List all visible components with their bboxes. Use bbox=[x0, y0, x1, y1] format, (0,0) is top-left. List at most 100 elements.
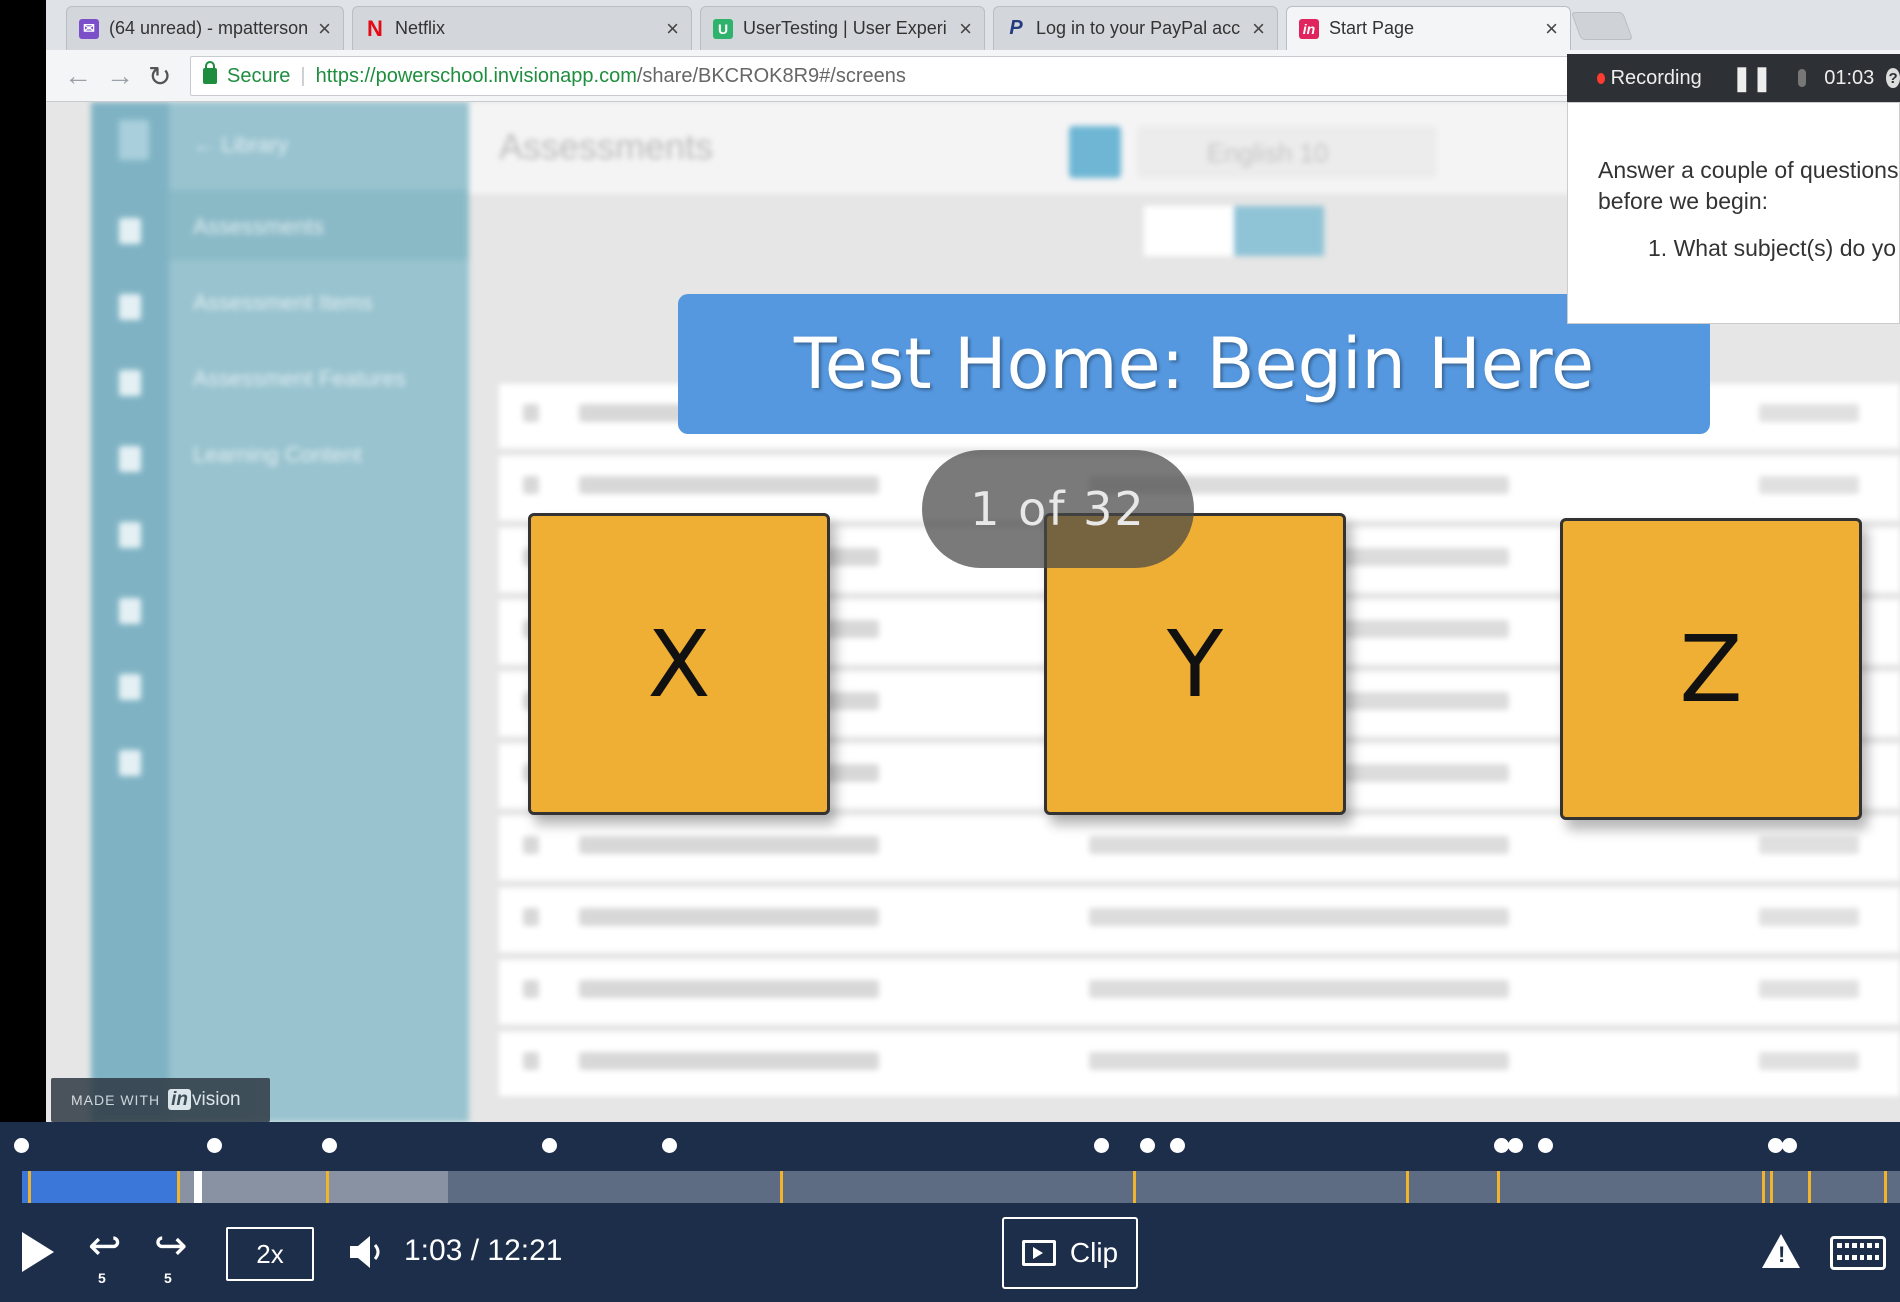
invision-icon: in bbox=[1299, 18, 1319, 39]
course-select[interactable]: English 10 bbox=[1137, 126, 1437, 178]
nav-icon[interactable] bbox=[119, 294, 141, 320]
highlight-tick[interactable] bbox=[1497, 1171, 1500, 1203]
card-x[interactable]: X bbox=[528, 513, 830, 815]
view-toggle[interactable] bbox=[1144, 206, 1324, 256]
table-row[interactable] bbox=[499, 888, 1900, 952]
task-prompt-line-1: Answer a couple of questions bbox=[1598, 157, 1899, 183]
marker-dot[interactable] bbox=[1170, 1138, 1185, 1153]
tab-start-page[interactable]: in Start Page × bbox=[1286, 6, 1571, 50]
nav-icon[interactable] bbox=[119, 598, 141, 624]
tab-usertesting[interactable]: U UserTesting | User Experi × bbox=[700, 6, 985, 50]
highlight-tick[interactable] bbox=[1808, 1171, 1811, 1203]
warning-icon[interactable] bbox=[1762, 1234, 1800, 1268]
marker-dot[interactable] bbox=[14, 1138, 29, 1153]
marker-dot[interactable] bbox=[1508, 1138, 1523, 1153]
highlight-tick[interactable] bbox=[177, 1171, 180, 1203]
close-icon[interactable]: × bbox=[666, 16, 679, 42]
forward-arrow-icon[interactable]: → bbox=[106, 60, 134, 92]
table-row[interactable] bbox=[499, 960, 1900, 1024]
table-row[interactable] bbox=[499, 816, 1900, 880]
pause-icon[interactable]: ❚❚ bbox=[1732, 64, 1772, 93]
timeline-scrubber[interactable] bbox=[22, 1171, 1900, 1203]
skip-back-seconds: 5 bbox=[98, 1270, 106, 1286]
marker-dot[interactable] bbox=[1538, 1138, 1553, 1153]
task-prompt-line-2: before we begin: bbox=[1598, 188, 1769, 214]
netflix-icon: N bbox=[367, 15, 383, 41]
marker-dot[interactable] bbox=[662, 1138, 677, 1153]
sidebar-item-assessment-items[interactable]: Assessment Items bbox=[193, 290, 373, 318]
tab-title: Start Page bbox=[1329, 18, 1415, 38]
new-tab-button[interactable] bbox=[1570, 12, 1634, 40]
marker-dot[interactable] bbox=[1494, 1138, 1509, 1153]
clip-label: Clip bbox=[1069, 1237, 1119, 1268]
tab-paypal[interactable]: P Log in to your PayPal acc × bbox=[993, 6, 1278, 50]
url-input[interactable]: Secure | https://powerschool.invisionapp… bbox=[190, 56, 1615, 96]
close-icon[interactable]: × bbox=[1545, 16, 1558, 42]
highlight-tick[interactable] bbox=[1762, 1171, 1765, 1203]
playhead[interactable] bbox=[194, 1171, 202, 1203]
url-host: https://powerschool.invisionapp.com bbox=[315, 64, 637, 87]
reload-icon[interactable]: ↻ bbox=[148, 60, 171, 93]
marker-dot[interactable] bbox=[542, 1138, 557, 1153]
nav-icon[interactable] bbox=[119, 750, 141, 776]
book-icon bbox=[1069, 126, 1121, 178]
highlight-tick[interactable] bbox=[1884, 1171, 1887, 1203]
sidebar-item-learning-content[interactable]: Learning Content bbox=[193, 442, 362, 470]
nav-icon[interactable] bbox=[119, 370, 141, 396]
marker-dot[interactable] bbox=[322, 1138, 337, 1153]
marker-dot[interactable] bbox=[1768, 1138, 1783, 1153]
clip-button[interactable]: Clip bbox=[1002, 1217, 1138, 1289]
side-nav: ← Library Assessments Assessment Items A… bbox=[169, 102, 469, 1122]
play-icon[interactable] bbox=[22, 1232, 54, 1272]
question-1: 1. What subject(s) do yo bbox=[1648, 235, 1896, 261]
nav-icon[interactable] bbox=[119, 218, 141, 244]
highlight-tick[interactable] bbox=[28, 1171, 31, 1203]
secure-label: Secure bbox=[227, 64, 291, 87]
table-row[interactable] bbox=[499, 456, 1900, 520]
sidebar-item-assessment-features[interactable]: Assessment Features bbox=[193, 366, 406, 394]
highlight-tick[interactable] bbox=[1133, 1171, 1136, 1203]
recording-status: Recording bbox=[1610, 66, 1702, 89]
back-to-library-link[interactable]: ← Library bbox=[193, 132, 288, 160]
grid-view-button[interactable] bbox=[1144, 206, 1234, 256]
test-home-banner: Test Home: Begin Here bbox=[678, 294, 1710, 434]
sidebar-item-assessments[interactable]: Assessments bbox=[193, 214, 324, 242]
film-icon bbox=[1021, 1240, 1056, 1266]
tab-mail[interactable]: ✉ (64 unread) - mpatterson × bbox=[66, 6, 344, 50]
task-panel: Answer a couple of questions before we b… bbox=[1567, 102, 1900, 324]
close-icon[interactable]: × bbox=[959, 16, 972, 42]
page-title: Assessments bbox=[499, 126, 714, 167]
card-z[interactable]: Z bbox=[1560, 518, 1862, 820]
playback-speed-button[interactable]: 2x bbox=[226, 1227, 314, 1281]
usertesting-icon: U bbox=[713, 18, 733, 39]
skip-forward-5-button[interactable]: ↪ 5 bbox=[154, 1226, 188, 1286]
nav-icon[interactable] bbox=[119, 674, 141, 700]
marker-dot[interactable] bbox=[1094, 1138, 1109, 1153]
list-view-button[interactable] bbox=[1234, 206, 1324, 256]
volume-icon[interactable] bbox=[348, 1232, 384, 1272]
marker-dot[interactable] bbox=[1782, 1138, 1797, 1153]
highlight-tick[interactable] bbox=[1406, 1171, 1409, 1203]
url-path: /share/BKCROK8R9#/screens bbox=[636, 64, 906, 87]
table-row[interactable] bbox=[499, 1032, 1900, 1096]
close-icon[interactable]: × bbox=[318, 16, 331, 42]
highlight-tick[interactable] bbox=[780, 1171, 783, 1203]
marker-dot[interactable] bbox=[207, 1138, 222, 1153]
made-with-invision-badge[interactable]: MADE WITH in vision bbox=[51, 1078, 270, 1122]
skip-forward-seconds: 5 bbox=[164, 1270, 172, 1286]
paypal-icon: P bbox=[1009, 17, 1023, 39]
nav-icon[interactable] bbox=[119, 446, 141, 472]
highlight-tick[interactable] bbox=[326, 1171, 329, 1203]
nav-icon[interactable] bbox=[119, 522, 141, 548]
back-arrow-icon[interactable]: ← bbox=[64, 60, 92, 92]
tab-netflix[interactable]: N Netflix × bbox=[352, 6, 692, 50]
close-icon[interactable]: × bbox=[1252, 16, 1265, 42]
played-bar bbox=[22, 1171, 177, 1203]
help-icon[interactable]: ? bbox=[1886, 68, 1900, 88]
tab-title: Log in to your PayPal acc bbox=[1036, 18, 1241, 38]
skip-back-5-button[interactable]: ↩ 5 bbox=[88, 1226, 122, 1286]
highlight-tick[interactable] bbox=[1770, 1171, 1773, 1203]
keyboard-shortcuts-icon[interactable] bbox=[1830, 1236, 1886, 1270]
recording-timer: 01:03 bbox=[1824, 66, 1875, 89]
marker-dot[interactable] bbox=[1140, 1138, 1155, 1153]
